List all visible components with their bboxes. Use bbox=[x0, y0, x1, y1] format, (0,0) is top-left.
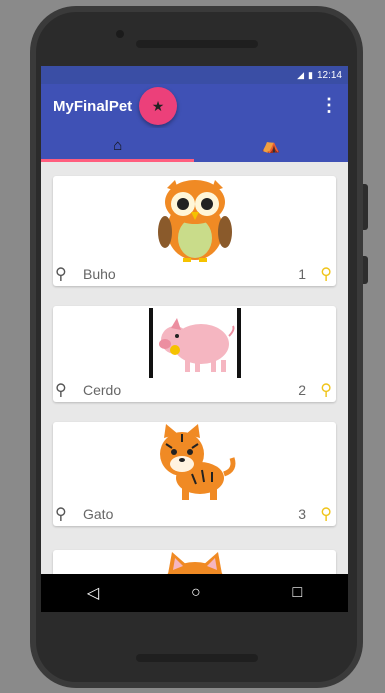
bone-filled-icon[interactable]: ⚲ bbox=[320, 380, 332, 400]
bone-outline-icon[interactable]: ⚲ bbox=[55, 504, 67, 524]
overflow-menu-icon[interactable]: ⋮ bbox=[320, 96, 338, 114]
bone-filled-icon[interactable]: ⚲ bbox=[320, 504, 332, 524]
pet-card[interactable]: ⚲ Buho 1 ⚲ bbox=[53, 176, 336, 286]
recents-icon[interactable]: □ bbox=[292, 584, 302, 602]
tiger-image bbox=[159, 424, 235, 500]
cat-image bbox=[167, 552, 222, 574]
top-speaker bbox=[136, 40, 258, 48]
pet-name: Cerdo bbox=[83, 382, 122, 398]
tab-bar: ⌂ ⛺ bbox=[41, 128, 348, 162]
battery-icon: ▮ bbox=[308, 69, 313, 80]
bone-outline-icon[interactable]: ⚲ bbox=[55, 264, 67, 284]
doghouse-icon: ⛺ bbox=[261, 137, 281, 154]
back-icon[interactable]: ◁ bbox=[87, 583, 99, 603]
bottom-speaker bbox=[136, 654, 258, 662]
pet-card[interactable]: ⚲ Gato 3 ⚲ bbox=[53, 422, 336, 526]
status-bar: ◢ ▮ 12:14 bbox=[41, 66, 348, 84]
volume-button[interactable] bbox=[363, 184, 368, 230]
app-bar: MyFinalPet ★ ⋮ bbox=[41, 84, 348, 128]
app-title: MyFinalPet bbox=[53, 97, 133, 115]
pet-card[interactable] bbox=[53, 550, 336, 574]
app-screen: ◢ ▮ 12:14 MyFinalPet ★ ⋮ ⌂ ⛺ ⚲ Buho 1 ⚲ … bbox=[41, 66, 348, 612]
pet-rating-count: 1 bbox=[298, 266, 306, 282]
pet-name: Gato bbox=[83, 506, 114, 522]
star-icon: ★ bbox=[151, 97, 165, 114]
bone-outline-icon[interactable]: ⚲ bbox=[55, 380, 67, 400]
favorite-fab-button[interactable]: ★ bbox=[139, 87, 177, 125]
pet-rating-count: 3 bbox=[298, 506, 306, 522]
front-camera bbox=[116, 30, 124, 38]
bone-filled-icon[interactable]: ⚲ bbox=[320, 264, 332, 284]
tab-home[interactable]: ⌂ bbox=[41, 128, 195, 162]
system-navigation-bar: ◁ ○ □ bbox=[41, 574, 348, 612]
home-icon: ⌂ bbox=[113, 136, 123, 154]
status-time: 12:14 bbox=[316, 69, 342, 81]
home-nav-icon[interactable]: ○ bbox=[191, 584, 201, 602]
pet-rating-count: 2 bbox=[298, 382, 306, 398]
owl-image bbox=[157, 180, 232, 262]
power-button[interactable] bbox=[363, 256, 368, 284]
tab-pets[interactable]: ⛺ bbox=[195, 128, 349, 162]
pig-image bbox=[148, 308, 241, 378]
pet-list[interactable]: ⚲ Buho 1 ⚲ ⚲ Cerdo 2 ⚲ ⚲ Gato 3 ⚲ bbox=[41, 162, 348, 574]
pet-name: Buho bbox=[83, 266, 116, 282]
pet-card[interactable]: ⚲ Cerdo 2 ⚲ bbox=[53, 306, 336, 402]
signal-icon: ◢ bbox=[297, 69, 305, 80]
